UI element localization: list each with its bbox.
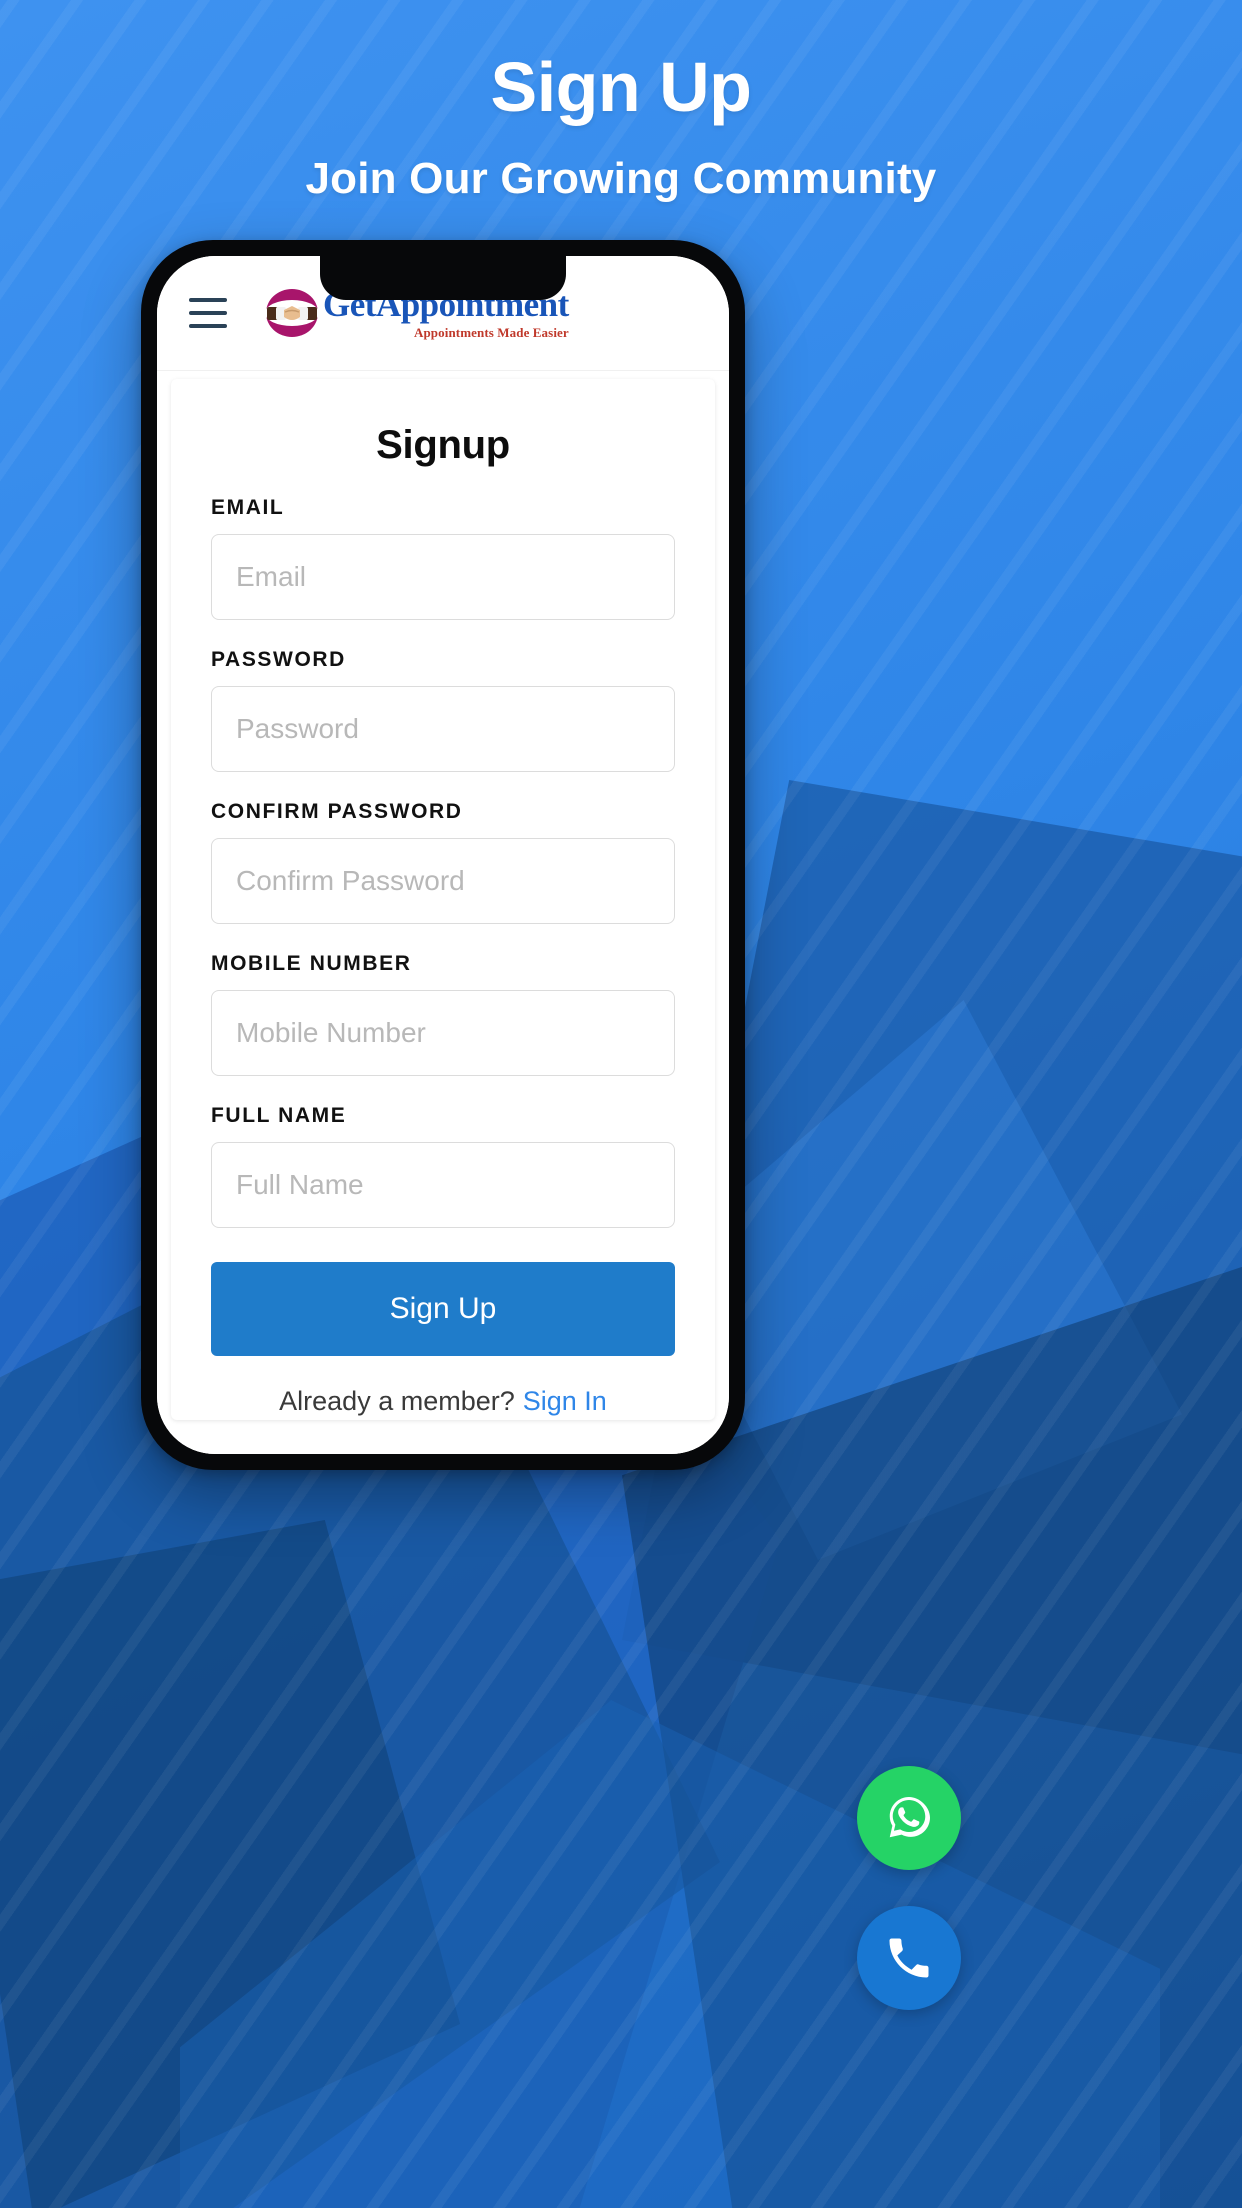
mobile-number-input[interactable] — [211, 990, 675, 1076]
field-label-confirm-password: CONFIRM PASSWORD — [211, 800, 463, 823]
hero-section: Sign Up Join Our Growing Community — [0, 52, 1242, 204]
signup-promo-screenshot: Sign Up Join Our Growing Community GetAp… — [0, 0, 1242, 2208]
brand-tagline: Appointments Made Easier — [413, 325, 569, 340]
form-title: Signup — [376, 423, 510, 467]
full-name-input[interactable] — [211, 1142, 675, 1228]
whatsapp-fab[interactable] — [857, 1766, 961, 1870]
already-member-row: Already a member? Sign In — [211, 1386, 675, 1417]
hamburger-menu-icon[interactable] — [189, 298, 227, 328]
signup-card: Signup EMAIL PASSWORD CONFIRM PASSWORD — [171, 379, 715, 1420]
password-input[interactable] — [211, 686, 675, 772]
phone-call-icon — [889, 1938, 929, 1978]
sign-up-button[interactable]: Sign Up — [211, 1262, 675, 1356]
field-label-password: PASSWORD — [211, 648, 346, 671]
sign-in-link[interactable]: Sign In — [523, 1386, 607, 1416]
email-input[interactable] — [211, 534, 675, 620]
handshake-logo-icon — [263, 284, 321, 342]
phone-notch — [320, 256, 566, 300]
field-mobile-number: MOBILE NUMBER — [211, 952, 675, 1076]
whatsapp-icon — [889, 1797, 930, 1838]
phone-screen: GetAppointment Appointments Made Easier … — [157, 256, 729, 1454]
field-label-mobile-number: MOBILE NUMBER — [211, 952, 412, 975]
already-member-text: Already a member? — [279, 1386, 515, 1416]
app-content: Signup EMAIL PASSWORD CONFIRM PASSWORD — [157, 371, 729, 1454]
field-confirm-password: CONFIRM PASSWORD — [211, 800, 675, 924]
field-full-name: FULL NAME — [211, 1104, 675, 1228]
page-title: Sign Up — [490, 48, 752, 126]
page-subtitle: Join Our Growing Community — [305, 154, 937, 203]
confirm-password-input[interactable] — [211, 838, 675, 924]
phone-fab[interactable] — [857, 1906, 961, 2010]
field-email: EMAIL — [211, 496, 675, 620]
field-label-email: EMAIL — [211, 496, 285, 519]
phone-mockup: GetAppointment Appointments Made Easier … — [141, 240, 745, 1470]
field-password: PASSWORD — [211, 648, 675, 772]
field-label-full-name: FULL NAME — [211, 1104, 347, 1127]
